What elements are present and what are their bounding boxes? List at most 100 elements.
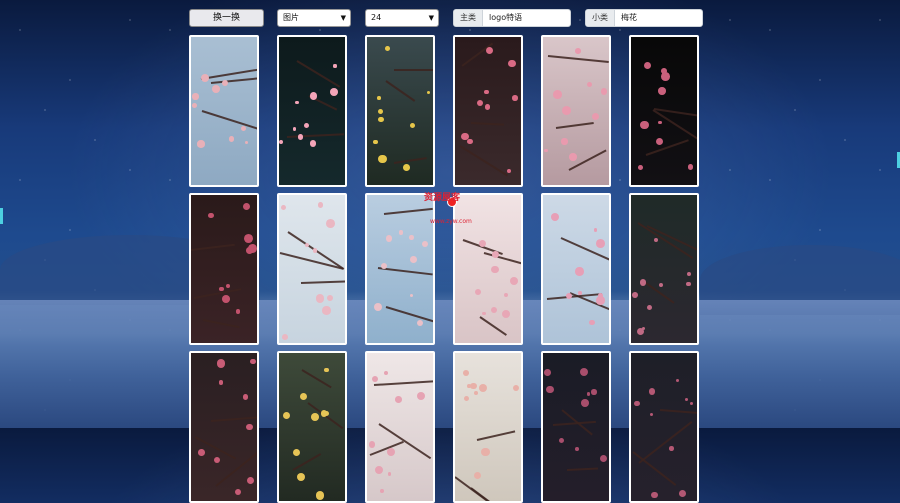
blossom-decoration [247, 477, 255, 485]
blossom-decoration [282, 412, 290, 420]
blossom-decoration [426, 90, 431, 95]
blossom-decoration [579, 367, 588, 376]
category-input[interactable]: logo特语 [483, 10, 522, 26]
image-thumbnail[interactable] [541, 193, 611, 345]
category-label: 主类 [454, 10, 483, 26]
blossom-decoration [380, 488, 384, 493]
blossom-decoration [207, 212, 214, 219]
branch-decoration [637, 221, 694, 259]
blossom-decoration [509, 276, 518, 285]
image-thumbnail[interactable] [453, 193, 523, 345]
blossom-decoration [634, 400, 640, 407]
count-select[interactable]: 24 ▼ [365, 9, 439, 27]
blossom-decoration [550, 213, 560, 222]
image-thumbnail[interactable] [629, 35, 699, 187]
image-thumbnail[interactable] [277, 193, 347, 345]
left-edge-tab[interactable] [0, 208, 3, 224]
blossom-decoration [466, 384, 471, 389]
blossom-decoration [378, 116, 384, 123]
blossom-decoration [591, 389, 597, 395]
blossom-decoration [299, 393, 307, 401]
blossom-decoration [474, 390, 479, 395]
branch-decoration [385, 79, 415, 102]
blossom-decoration [485, 47, 493, 55]
blossom-decoration [292, 448, 300, 457]
chevron-down-icon: ▼ [428, 14, 434, 22]
chevron-down-icon: ▼ [340, 14, 346, 22]
blossom-decoration [586, 392, 591, 397]
blossom-decoration [309, 140, 317, 147]
blossom-decoration [292, 127, 297, 131]
image-thumbnail[interactable] [541, 35, 611, 187]
image-thumbnail[interactable] [189, 193, 259, 345]
blossom-decoration [646, 305, 652, 311]
blossom-decoration [315, 491, 325, 501]
blossom-decoration [409, 255, 417, 263]
blossom-decoration [377, 96, 381, 100]
blossom-decoration [469, 382, 477, 390]
blossom-decoration [648, 388, 656, 395]
blossom-decoration [512, 384, 519, 391]
blossom-decoration [385, 46, 390, 51]
subcategory-field[interactable]: 小类 梅花 [585, 9, 703, 27]
blossom-decoration [643, 62, 652, 70]
category-field[interactable]: 主类 logo特语 [453, 9, 571, 27]
blossom-decoration [649, 413, 653, 417]
image-thumbnail[interactable] [365, 193, 435, 345]
image-thumbnail[interactable] [189, 35, 259, 187]
branch-decoration [292, 453, 322, 472]
branch-decoration [191, 243, 235, 252]
blossom-decoration [369, 441, 376, 448]
blossom-decoration [467, 138, 473, 145]
blossom-decoration [578, 290, 582, 295]
blossom-decoration [575, 47, 581, 54]
blossom-decoration [655, 137, 663, 145]
swap-button[interactable]: 换一换 [189, 9, 264, 27]
blossom-decoration [491, 265, 499, 274]
blossom-decoration [658, 87, 666, 95]
blossom-decoration [586, 81, 593, 88]
blossom-decoration [311, 412, 320, 421]
count-select-value: 24 [371, 13, 382, 22]
image-thumbnail[interactable] [453, 35, 523, 187]
blossom-decoration [421, 241, 428, 248]
blossom-decoration [508, 59, 516, 68]
branch-decoration [461, 42, 494, 67]
blossom-decoration [658, 120, 663, 125]
blossom-decoration [687, 164, 693, 170]
branch-decoration [470, 121, 504, 126]
image-thumbnail[interactable] [541, 351, 611, 503]
blossom-decoration [479, 384, 488, 393]
blossom-decoration [244, 140, 249, 144]
blossom-decoration [374, 303, 383, 312]
blossom-decoration [417, 391, 426, 401]
blossom-decoration [632, 291, 639, 298]
blossom-decoration [329, 87, 338, 96]
blossom-decoration [640, 279, 647, 286]
image-thumbnail[interactable] [629, 351, 699, 503]
blossom-decoration [474, 289, 481, 296]
image-thumbnail[interactable] [629, 193, 699, 345]
subcategory-input[interactable]: 梅花 [615, 10, 637, 26]
toolbar: 换一换 图片 ▼ 24 ▼ 主类 logo特语 小类 梅花 [189, 9, 703, 27]
image-thumbnail[interactable] [189, 351, 259, 503]
blossom-decoration [639, 120, 649, 130]
image-thumbnail[interactable] [277, 35, 347, 187]
branch-decoration [211, 415, 257, 423]
blossom-decoration [371, 375, 378, 383]
image-thumbnail[interactable] [453, 351, 523, 503]
blossom-decoration [544, 148, 548, 152]
branch-decoration [553, 420, 596, 427]
type-select[interactable]: 图片 ▼ [277, 9, 351, 27]
blossom-decoration [684, 398, 688, 402]
blossom-decoration [282, 333, 289, 340]
blossom-decoration [280, 204, 287, 211]
blossom-decoration [222, 79, 229, 86]
image-thumbnail[interactable] [365, 351, 435, 503]
blossom-decoration [492, 251, 499, 258]
image-thumbnail[interactable] [365, 35, 435, 187]
blossom-decoration [575, 446, 579, 451]
image-thumbnail[interactable] [277, 351, 347, 503]
blossom-decoration [235, 309, 241, 314]
branch-decoration [201, 109, 257, 133]
